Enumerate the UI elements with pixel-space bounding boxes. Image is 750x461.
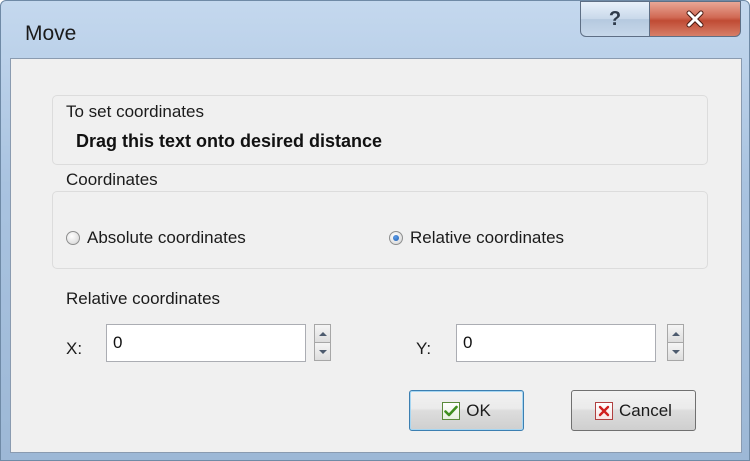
chevron-down-icon (671, 349, 680, 354)
cancel-button[interactable]: Cancel (571, 390, 696, 431)
relative-coordinates-section-label: Relative coordinates (66, 289, 221, 308)
close-icon (686, 10, 704, 28)
set-coordinates-label: To set coordinates (66, 102, 204, 121)
close-button[interactable] (649, 1, 741, 37)
relative-coordinates-radio[interactable]: Relative coordinates (389, 228, 564, 248)
x-spinner[interactable] (314, 324, 331, 362)
cancel-label: Cancel (619, 400, 672, 420)
window-title: Move (25, 22, 77, 45)
radio-checked-icon (389, 231, 403, 245)
x-input[interactable] (106, 324, 306, 362)
title-bar[interactable]: Move ? (1, 1, 749, 57)
checkmark-icon (442, 401, 461, 420)
y-increment-button[interactable] (667, 324, 684, 343)
relative-coordinates-label: Relative coordinates (410, 228, 565, 247)
set-coordinates-group: To set coordinates Drag this text onto d… (52, 95, 708, 165)
chevron-up-icon (671, 331, 680, 336)
dialog-client-area: To set coordinates Drag this text onto d… (10, 58, 742, 453)
x-label: X: (66, 339, 83, 358)
move-dialog-window: Move ? To set coordinates Drag this text… (0, 0, 750, 461)
y-spinner[interactable] (667, 324, 684, 362)
help-button[interactable]: ? (580, 1, 650, 37)
ok-button[interactable]: OK (409, 390, 524, 431)
drag-text[interactable]: Drag this text onto desired distance (76, 131, 382, 152)
x-decrement-button[interactable] (314, 342, 331, 361)
y-label: Y: (416, 339, 432, 358)
radio-selected-dot (393, 235, 399, 241)
chevron-down-icon (318, 349, 327, 354)
coordinates-label: Coordinates (66, 170, 162, 190)
y-input[interactable] (456, 324, 656, 362)
radio-unchecked-icon (66, 231, 80, 245)
absolute-coordinates-label: Absolute coordinates (87, 228, 246, 247)
cross-icon (595, 401, 614, 420)
coordinates-group: Coordinates Absolute coordinates Relativ… (52, 170, 708, 269)
help-icon: ? (608, 7, 622, 30)
absolute-coordinates-radio[interactable]: Absolute coordinates (66, 228, 246, 248)
y-decrement-button[interactable] (667, 342, 684, 361)
chevron-up-icon (318, 331, 327, 336)
ok-label: OK (466, 400, 491, 420)
x-increment-button[interactable] (314, 324, 331, 343)
